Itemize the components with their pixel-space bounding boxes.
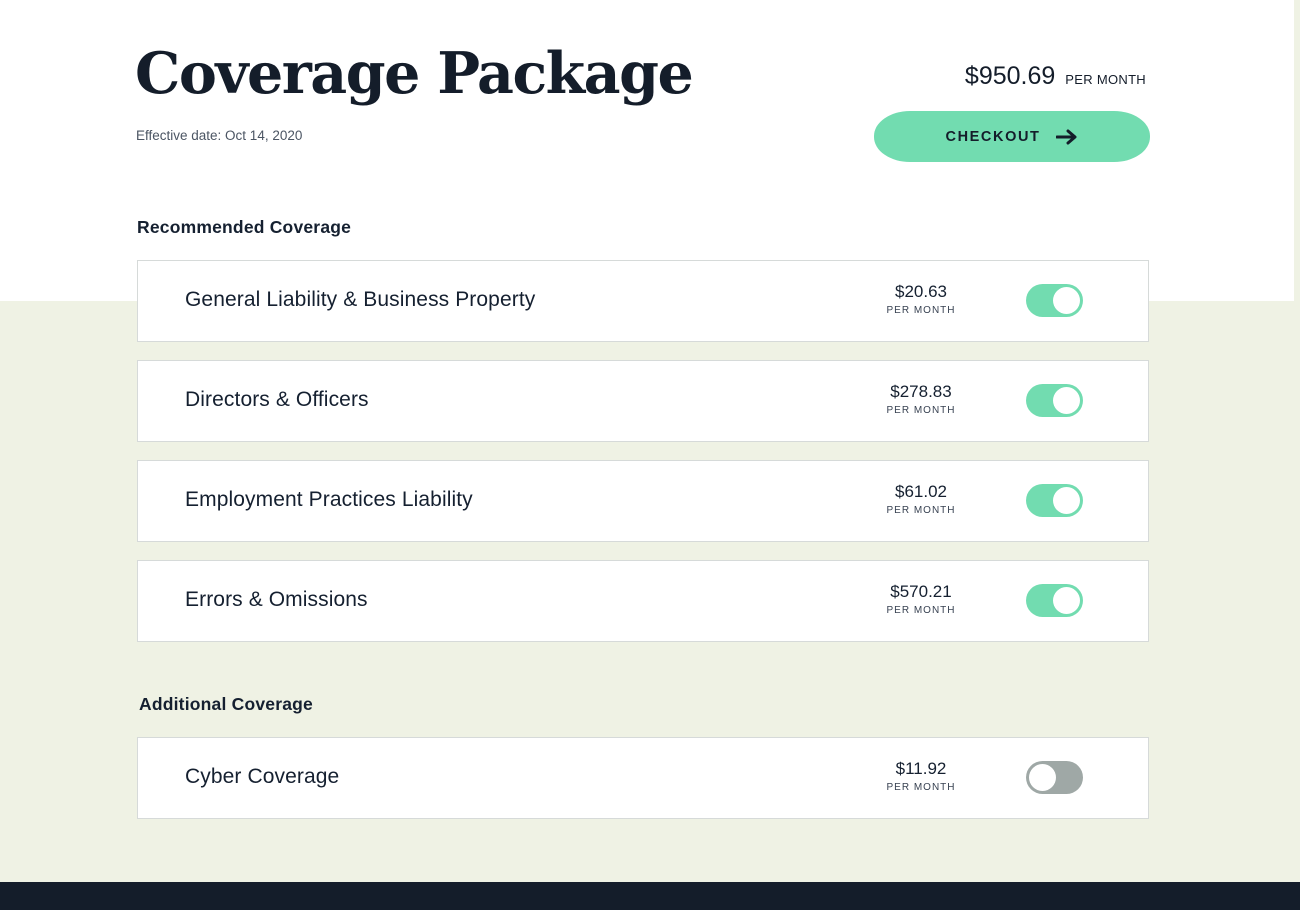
total-unit: PER MONTH [1065,72,1146,87]
coverage-price-unit: PER MONTH [886,405,956,416]
arrow-right-icon [1056,129,1077,144]
coverage-name: Employment Practices Liability [185,488,473,511]
coverage-price: $61.02 PER MONTH [864,481,978,516]
coverage-name: Errors & Omissions [185,588,368,611]
coverage-card: Cyber Coverage $11.92 PER MONTH [137,737,1149,819]
coverage-price-unit: PER MONTH [886,305,956,316]
coverage-toggle[interactable] [1026,484,1083,517]
effective-date: Effective date: Oct 14, 2020 [136,128,303,143]
checkout-button[interactable]: CHECKOUT [874,111,1150,162]
scrollbar-track [1294,0,1300,910]
footer-bar [0,882,1300,910]
coverage-price-unit: PER MONTH [886,605,956,616]
coverage-price-amount: $20.63 [895,282,947,301]
coverage-name: Cyber Coverage [185,765,340,788]
page-title: Coverage Package [135,40,694,107]
coverage-price-amount: $570.21 [890,582,952,601]
toggle-knob [1053,287,1080,314]
coverage-price-unit: PER MONTH [886,782,956,793]
coverage-name: General Liability & Business Property [185,288,536,311]
coverage-card: Employment Practices Liability $61.02 PE… [137,460,1149,542]
toggle-knob [1029,764,1056,791]
total-amount: $950.69 [964,62,1056,90]
coverage-price-amount: $278.83 [890,382,952,401]
coverage-card: Directors & Officers $278.83 PER MONTH [137,360,1149,442]
coverage-card: General Liability & Business Property $2… [137,260,1149,342]
coverage-price: $570.21 PER MONTH [864,581,978,616]
checkout-label: CHECKOUT [945,128,1041,145]
coverage-price-amount: $11.92 [895,759,947,778]
coverage-price: $20.63 PER MONTH [864,281,978,316]
coverage-price: $278.83 PER MONTH [864,381,978,416]
toggle-knob [1053,487,1080,514]
coverage-toggle[interactable] [1026,384,1083,417]
coverage-name: Directors & Officers [185,388,369,411]
toggle-knob [1053,587,1080,614]
coverage-card: Errors & Omissions $570.21 PER MONTH [137,560,1149,642]
section-heading-additional: Additional Coverage [139,694,313,714]
coverage-price-unit: PER MONTH [886,505,956,516]
toggle-knob [1053,387,1080,414]
coverage-toggle[interactable] [1026,584,1083,617]
coverage-price-amount: $61.02 [895,482,947,501]
section-heading-recommended: Recommended Coverage [137,217,352,237]
total-price: $950.69 PER MONTH [965,62,1146,91]
coverage-toggle[interactable] [1026,284,1083,317]
coverage-price: $11.92 PER MONTH [864,758,978,793]
coverage-toggle[interactable] [1026,761,1083,794]
